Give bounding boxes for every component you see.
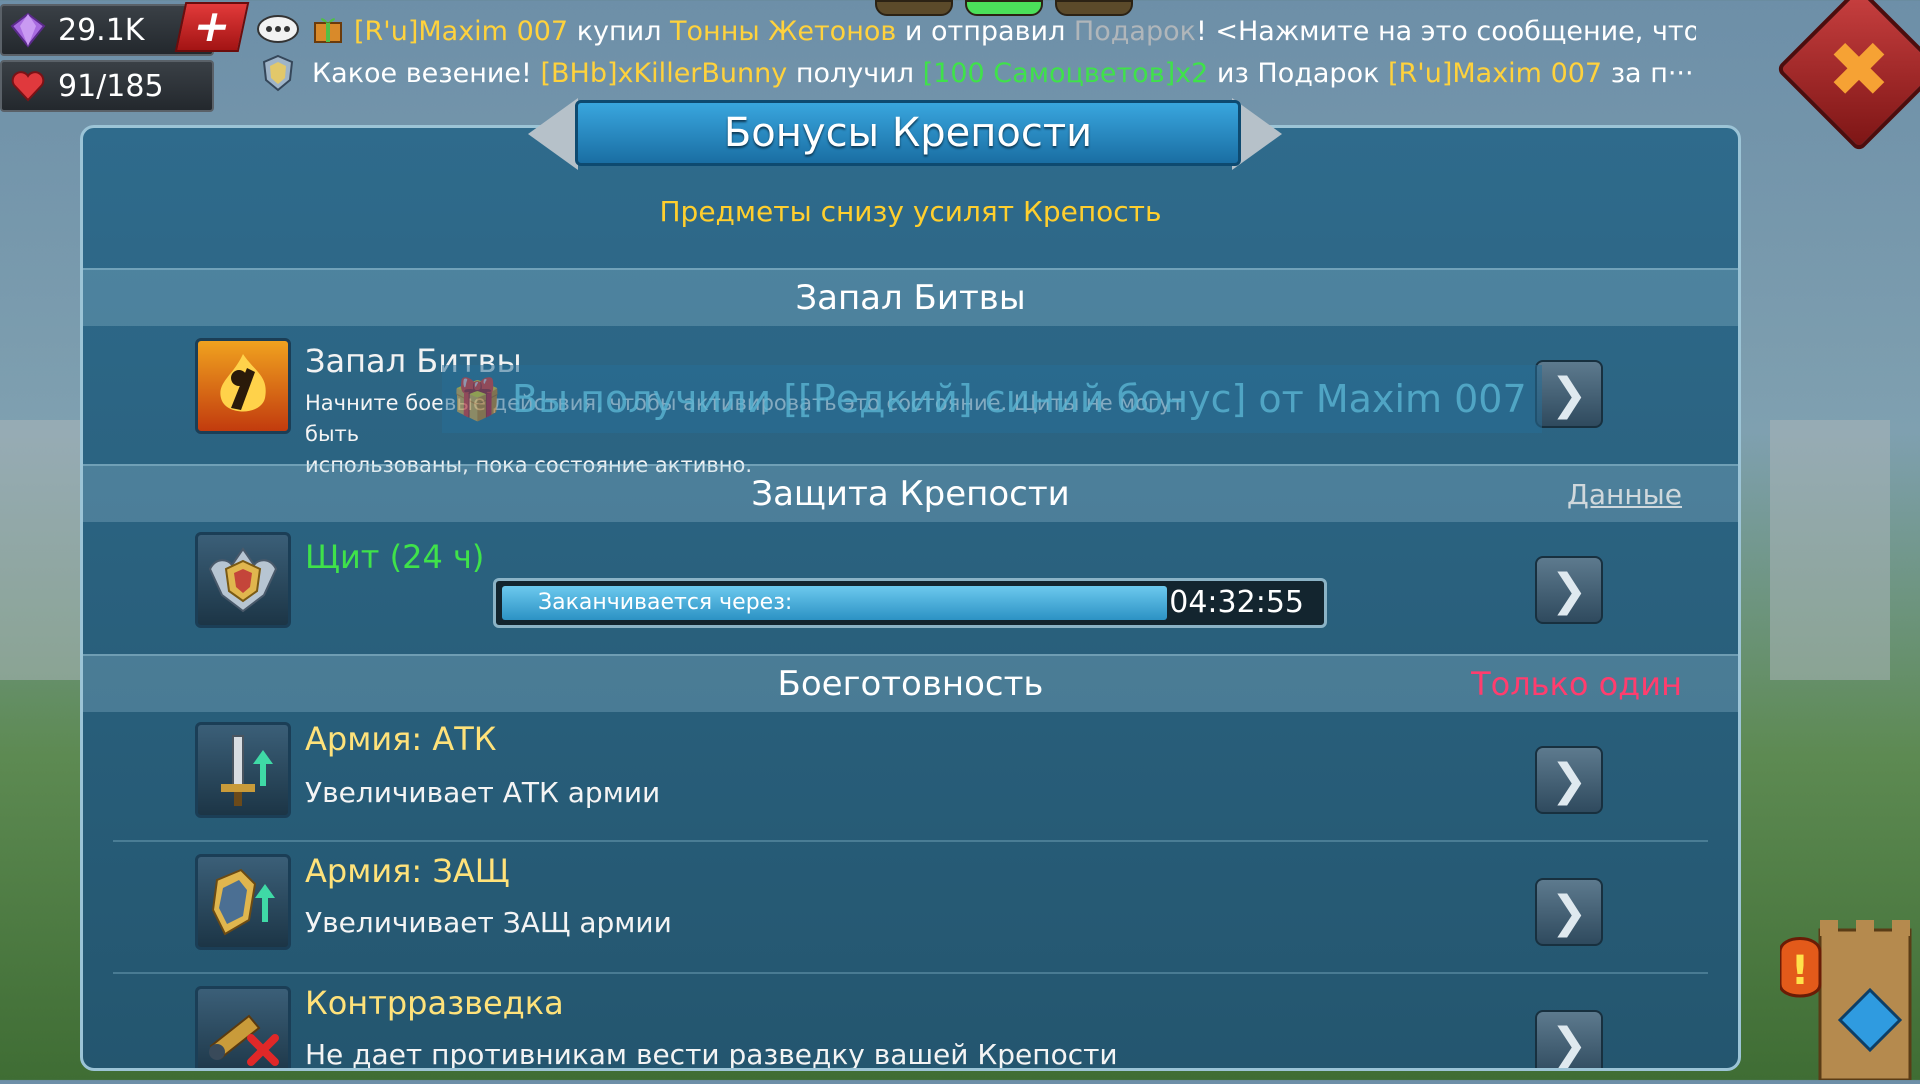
section-header-readiness: Боеготовность Только один (83, 654, 1738, 712)
chat-tail: за п··· (1610, 57, 1694, 89)
chat-gift: Подарок (1073, 15, 1196, 47)
chat-player: [R'u]Maxim 007 (354, 15, 569, 47)
army-atk-go-button[interactable]: ❯ (1535, 746, 1603, 814)
chat-player: [BHb]xKillerBunny (540, 57, 788, 89)
timer-value: 04:32:55 (1169, 585, 1304, 620)
svg-text:!: ! (1791, 948, 1809, 994)
gems-value: 29.1K (58, 12, 145, 48)
battle-rage-go-button[interactable]: ❯ (1535, 360, 1603, 428)
sword-up-icon (195, 722, 291, 818)
chevron-right-icon: ❯ (1550, 754, 1588, 806)
panel-subtitle: Предметы снизу усилят Крепость (659, 195, 1162, 228)
counter-intel-go-button[interactable]: ❯ (1535, 1010, 1603, 1070)
section-title: Боеготовность (777, 664, 1044, 704)
shield-timer-bar: Заканчивается через: 04:32:55 (493, 578, 1327, 628)
close-icon: ✖ (1827, 24, 1891, 114)
section-title: Запал Битвы (795, 278, 1026, 318)
chat-bubble-icon (256, 13, 300, 49)
bonus-row-army-atk[interactable]: Армия: АТК Увеличивает АТК армии ❯ (83, 710, 1738, 840)
section-header-defense: Защита Крепости Данные (83, 464, 1738, 522)
chat-message[interactable]: [R'u]Maxim 007 купил Тонны Жетонов и отп… (256, 10, 1696, 52)
chat-tail: ! <Нажмите на это сообщение, чтобы··· (1195, 15, 1696, 47)
guild-badge-icon (256, 54, 300, 92)
battle-rage-icon (195, 338, 291, 434)
stamina-counter: 91/185 (0, 60, 214, 112)
only-one-note: Только один (1471, 665, 1682, 703)
chat-reward: [100 Самоцветов]x2 (922, 57, 1209, 89)
chevron-right-icon: ❯ (1550, 886, 1588, 938)
bonus-title: Щит (24 ч) (305, 538, 485, 576)
gift-icon (312, 12, 344, 51)
fortress-bonuses-panel: Предметы снизу усилят Крепость Запал Бит… (80, 125, 1741, 1071)
gem-icon (8, 10, 48, 50)
bonus-description: Увеличивает ЗАЩ армии (305, 906, 672, 939)
spyglass-icon (195, 986, 291, 1068)
bonus-title: Контрразведка (305, 984, 564, 1022)
prev-arrow-icon[interactable] (528, 98, 578, 170)
chevron-right-icon: ❯ (1550, 368, 1588, 420)
section-header-battle-rage: Запал Битвы (83, 268, 1738, 326)
add-gems-button[interactable]: + (174, 1, 250, 52)
chat-ticker[interactable]: [R'u]Maxim 007 купил Тонны Жетонов и отп… (256, 10, 1696, 94)
plus-icon: + (188, 1, 236, 52)
background-wall (1770, 420, 1890, 680)
chat-text: и отправил (904, 15, 1066, 47)
army-def-go-button[interactable]: ❯ (1535, 878, 1603, 946)
bonus-title: Армия: ЗАЩ (305, 852, 510, 890)
panel-title: Бонусы Крепости (575, 100, 1241, 166)
chat-player: [R'u]Maxim 007 (1388, 57, 1603, 89)
chevron-right-icon: ❯ (1550, 1018, 1588, 1070)
chat-text: из Подарок (1216, 57, 1380, 89)
shield-icon (195, 532, 291, 628)
chevron-right-icon: ❯ (1550, 564, 1588, 616)
quest-castle-button[interactable]: ! (1778, 900, 1920, 1082)
bonus-description: Не дает противникам вести разведку вашей… (305, 1038, 1118, 1071)
bonus-row-counter-intel[interactable]: Контрразведка Не дает противникам вести … (83, 974, 1738, 1071)
bonus-title: Армия: АТК (305, 720, 497, 758)
timer-label: Заканчивается через: (538, 590, 793, 615)
stamina-value: 91/185 (58, 68, 164, 104)
bonus-description: Увеличивает АТК армии (305, 776, 661, 809)
close-button[interactable]: ✖ (1775, 0, 1920, 153)
chat-text: получил (795, 57, 915, 89)
chat-message[interactable]: Какое везение! [BHb]xKillerBunny получил… (256, 52, 1696, 94)
chat-text: Какое везение! (312, 57, 532, 89)
heart-icon (8, 66, 48, 106)
chat-item: Тонны Жетонов (670, 15, 897, 47)
bonus-description-line: Начните боевые действия, чтобы активиров… (305, 391, 1184, 446)
shield-go-button[interactable]: ❯ (1535, 556, 1603, 624)
section-title: Защита Крепости (751, 474, 1070, 514)
bonus-row-army-def[interactable]: Армия: ЗАЩ Увеличивает ЗАЩ армии ❯ (83, 842, 1738, 972)
bonus-title: Запал Битвы (305, 342, 522, 380)
bonus-row-shield[interactable]: Щит (24 ч) Заканчивается через: 04:32:55… (83, 520, 1738, 654)
shield-up-icon (195, 854, 291, 950)
bonus-row-battle-rage[interactable]: Запал Битвы Начните боевые действия, что… (83, 324, 1738, 477)
data-link[interactable]: Данные (1567, 478, 1682, 511)
chat-text: купил (576, 15, 662, 47)
